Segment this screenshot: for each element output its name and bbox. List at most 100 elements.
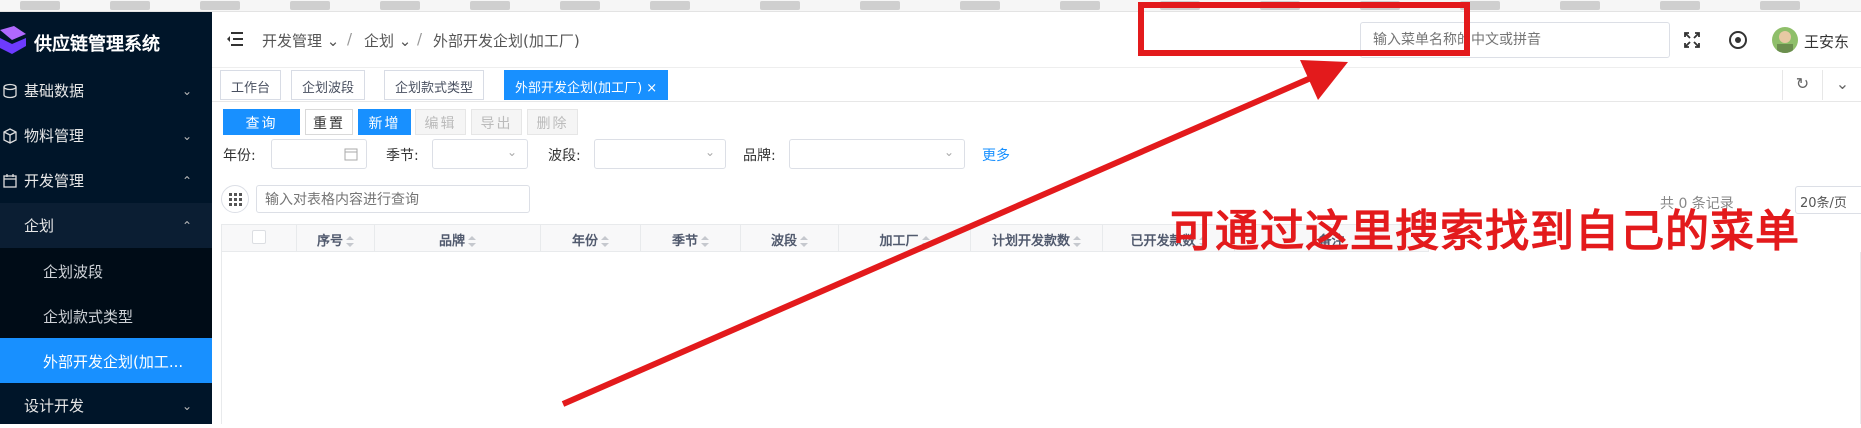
fullscreen-icon[interactable] [1682,30,1702,50]
chevron-down-icon: ⌄ [181,83,192,98]
sort-icon[interactable] [346,235,354,248]
sidebar-item-label: 企划款式类型 [43,308,134,326]
bookmark-item[interactable] [1760,1,1800,10]
chevron-down-icon: ⌄ [181,128,192,143]
filter-label-year: 年份: [223,148,256,164]
bookmark-item[interactable] [650,1,690,10]
bookmark-item[interactable] [1560,1,1600,10]
bookmark-item[interactable] [1060,1,1100,10]
more-filters-link[interactable]: 更多 [982,145,1010,165]
tab-workbench[interactable]: 工作台 [220,70,282,100]
chevron-down-icon: ⌄ [943,145,954,159]
logo-icon [0,26,26,54]
sidebar-item-label: 外部开发企划(加工... [43,353,184,371]
top-header: 开发管理 ⌄ / 企划 ⌄ / 外部开发企划(加工厂) 王安东 [212,12,1861,68]
close-icon[interactable]: × [646,81,657,96]
sidebar-item-label: 设计开发 [24,397,85,415]
column-header-planned-count[interactable]: 计划开发款数 [971,225,1103,251]
chevron-down-icon: ⌄ [704,145,715,159]
database-icon [3,83,17,98]
tab-external-planning[interactable]: 外部开发企划(加工厂) × [504,70,669,100]
reset-button[interactable]: 重置 [305,109,353,135]
sort-icon[interactable] [1073,235,1081,248]
column-header-season[interactable]: 季节 [641,225,741,251]
chevron-down-icon: ⌄ [181,398,192,413]
bookmark-item[interactable] [290,1,330,10]
chevron-down-icon: ⌄ [506,145,517,159]
app-title: 供应链管理系统 [34,34,160,55]
filter-label-season: 季节: [386,148,419,164]
edit-button[interactable]: 编辑 [415,109,466,135]
band-select[interactable]: ⌄ [594,139,726,169]
column-header-index[interactable]: 序号 [297,225,375,251]
table-search-input[interactable] [256,185,530,213]
avatar[interactable] [1772,27,1798,53]
bookmark-item[interactable] [560,1,600,10]
bookmark-item[interactable] [200,1,240,10]
refresh-icon[interactable]: ↻ [1782,70,1822,100]
breadcrumb-item[interactable]: 开发管理 ⌄ [262,30,339,51]
chevron-up-icon: ⌃ [181,173,192,188]
add-button[interactable]: 新增 [358,109,411,135]
sort-icon[interactable] [701,235,709,248]
bookmark-item[interactable] [380,1,420,10]
delete-button[interactable]: 删除 [527,109,578,135]
sidebar-item-planning[interactable]: 企划 ⌃ [0,203,212,248]
season-select[interactable]: ⌄ [432,139,528,169]
sidebar-item-basic-data[interactable]: 基础数据 ⌄ [0,68,212,113]
sidebar: 供应链管理系统 基础数据 ⌄ 物料管理 ⌄ 开发管理 ⌃ 企划 ⌃ 企划波段 企… [0,12,212,424]
sidebar-item-label: 物料管理 [24,127,85,145]
cube-icon [3,127,17,144]
column-header-brand[interactable]: 品牌 [375,225,541,251]
breadcrumb-separator: / [417,30,423,48]
chevron-down-icon[interactable]: ⌄ [1822,70,1861,100]
sidebar-item-external-planning[interactable]: 外部开发企划(加工... [0,338,212,383]
sort-icon[interactable] [800,235,808,248]
bookmark-item[interactable] [760,1,800,10]
grid-icon [229,193,242,206]
filter-label-band: 波段: [548,148,581,164]
bookmark-item[interactable] [960,1,1000,10]
sort-icon[interactable] [921,235,930,248]
sidebar-item-planning-style-type[interactable]: 企划款式类型 [0,293,212,338]
sidebar-item-label: 开发管理 [24,172,85,190]
table-body-empty [221,252,1861,424]
sort-icon[interactable] [468,235,476,248]
tab-planning-style-type[interactable]: 企划款式类型 [384,70,485,100]
user-name[interactable]: 王安东 [1804,31,1849,52]
bookmark-item[interactable] [860,1,900,10]
bookmarks-bar [0,0,1861,12]
sidebar-item-material[interactable]: 物料管理 ⌄ [0,113,212,158]
sidebar-item-label: 企划波段 [43,263,104,281]
app-logo[interactable]: 供应链管理系统 [0,12,212,68]
year-picker[interactable] [271,139,367,169]
breadcrumb-item[interactable]: 企划 ⌄ [364,30,411,51]
calendar-icon [3,173,17,188]
column-header-year[interactable]: 年份 [541,225,641,251]
tab-planning-band[interactable]: 企划波段 [291,70,366,100]
breadcrumb-separator: / [347,30,353,48]
select-all-checkbox[interactable] [222,225,297,251]
menu-fold-icon[interactable] [226,30,244,48]
chrome-icon[interactable] [1728,30,1748,50]
sidebar-item-planning-band[interactable]: 企划波段 [0,248,212,293]
sidebar-item-label: 企划 [24,217,55,235]
bookmark-item[interactable] [470,1,510,10]
bookmark-item[interactable] [20,1,60,10]
page-size-select[interactable]: 20条/页 [1795,186,1861,214]
column-header-band[interactable]: 波段 [741,225,839,251]
filter-label-brand: 品牌: [743,148,776,164]
export-button[interactable]: 导出 [471,109,522,135]
bookmark-item[interactable] [110,1,150,10]
column-settings-button[interactable] [221,185,249,213]
brand-select[interactable]: ⌄ [789,139,965,169]
bookmark-item[interactable] [1660,1,1700,10]
query-button[interactable]: 查询 [223,109,300,135]
breadcrumb-current: 外部开发企划(加工厂) [433,32,580,50]
sort-icon[interactable] [601,235,609,248]
sidebar-item-development[interactable]: 开发管理 ⌃ [0,158,212,203]
column-header-factory[interactable]: 加工厂 [839,225,971,251]
calendar-icon [344,148,358,161]
tabs-bar: 工作台 企划波段 企划款式类型 外部开发企划(加工厂) × ↻ ⌄ [212,68,1861,102]
sidebar-item-design-dev[interactable]: 设计开发 ⌄ [0,383,212,428]
